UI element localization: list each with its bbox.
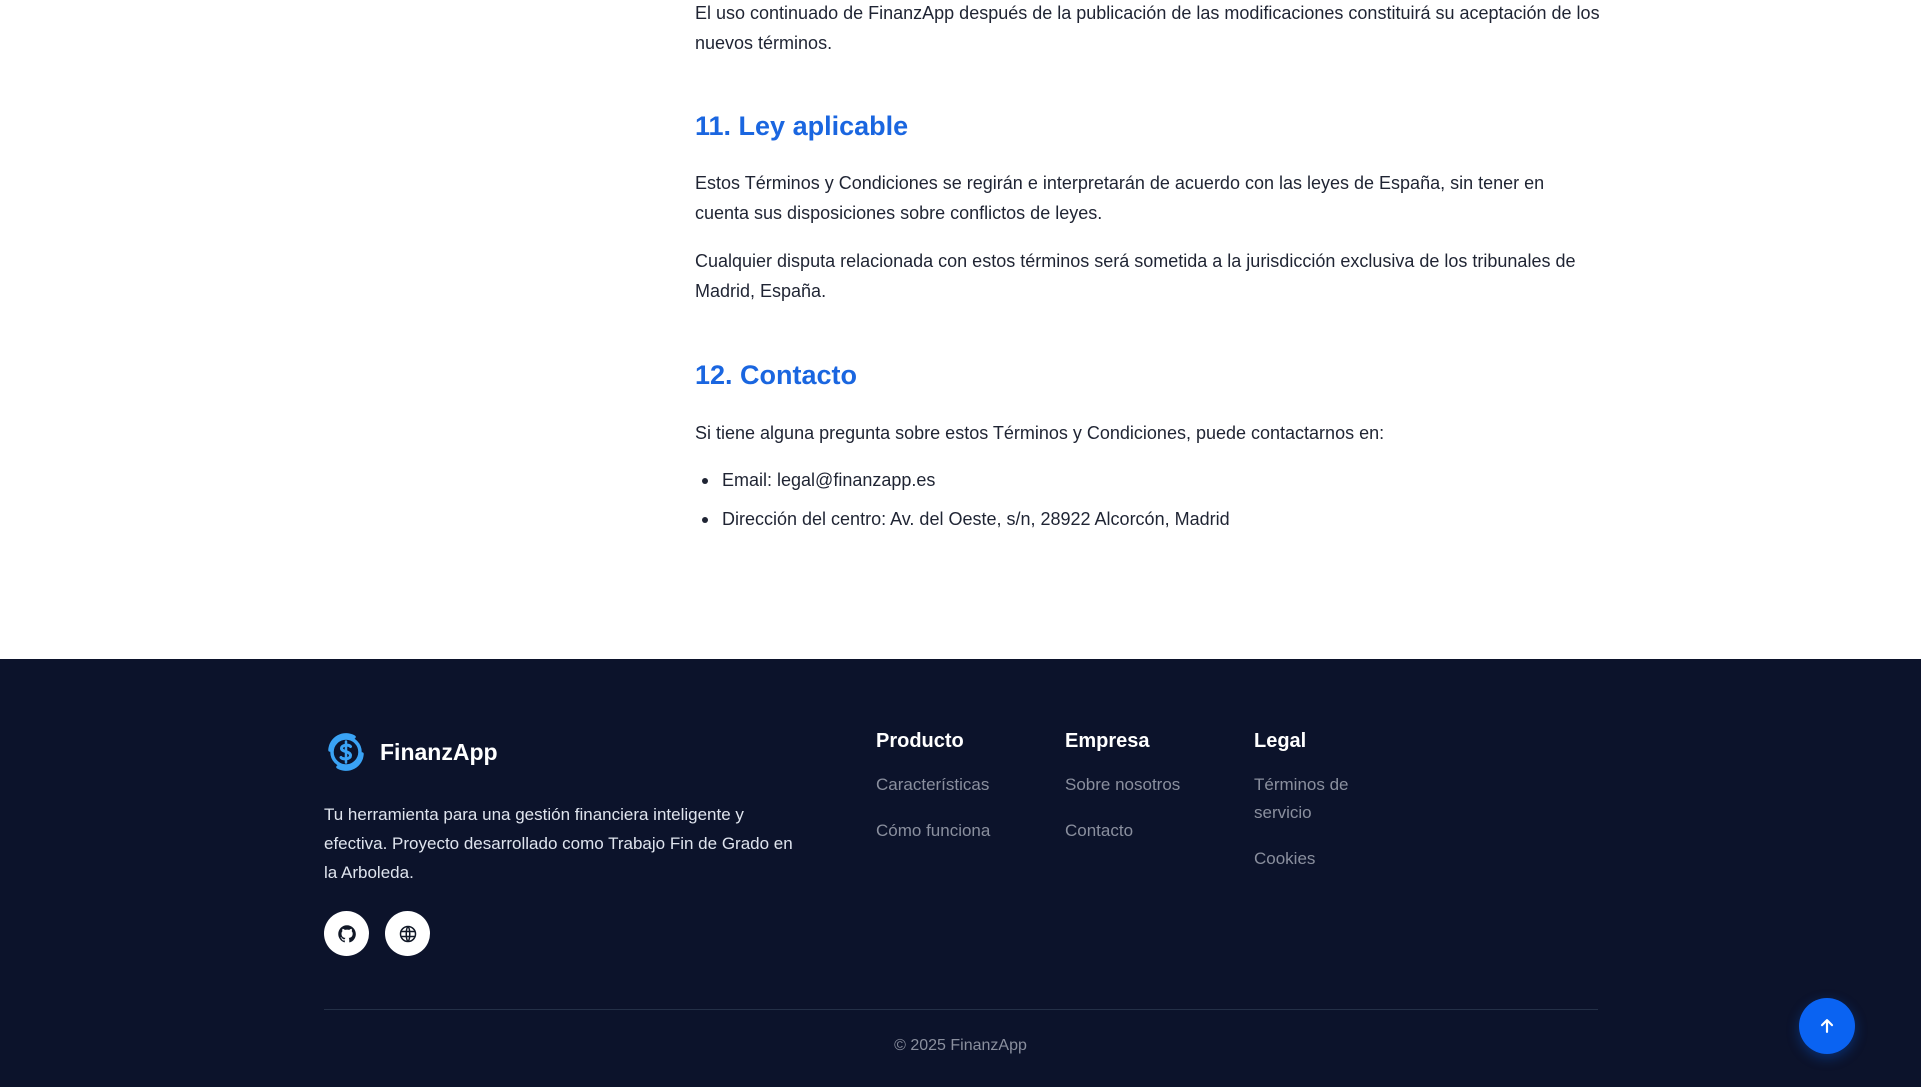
footer-link-contacto[interactable]: Contacto [1065, 817, 1235, 845]
footer-brand-name: FinanzApp [380, 738, 498, 765]
footer-column-legal: Legal Términos de servicio Cookies [1254, 729, 1384, 891]
contact-address-item: Dirección del centro: Av. del Oeste, s/n… [695, 504, 1230, 543]
footer-link-como-funciona[interactable]: Cómo funciona [876, 817, 1046, 845]
arrow-up-icon [1820, 1019, 1834, 1033]
website-link[interactable] [385, 911, 430, 956]
section-title-ley-aplicable: 11. Ley aplicable [695, 111, 909, 141]
footer-link-cookies[interactable]: Cookies [1254, 845, 1384, 873]
footer-description: Tu herramienta para una gestión financie… [324, 805, 793, 882]
ley-paragraph-2: Cualquier disputa relacionada con estos … [695, 251, 1576, 301]
footer-link-sobre-nosotros[interactable]: Sobre nosotros [1065, 771, 1235, 799]
footer-link-terminos[interactable]: Términos de servicio [1254, 771, 1384, 827]
footer-divider [324, 1009, 1598, 1010]
footer-column-producto: Producto Características Cómo funciona [876, 729, 1046, 863]
contact-email-item: Email: legal@finanzapp.es [695, 465, 1230, 504]
footer-link-caracteristicas[interactable]: Características [876, 771, 1046, 799]
finanzapp-logo-icon [328, 733, 364, 771]
footer-column-empresa: Empresa Sobre nosotros Contacto [1065, 729, 1235, 863]
site-footer: FinanzApp Tu herramienta para una gestió… [0, 659, 1921, 1087]
github-icon [337, 924, 356, 942]
intro-paragraph: El uso continuado de FinanzApp después d… [695, 3, 1600, 53]
footer-column-title-producto: Producto [876, 730, 964, 752]
section-title-contacto: 12. Contacto [695, 360, 858, 390]
ley-paragraph-1: Estos Términos y Condiciones se regirán … [695, 173, 1545, 223]
footer-brand[interactable]: FinanzApp [324, 730, 498, 774]
footer-column-title-empresa: Empresa [1065, 730, 1150, 752]
globe-icon [399, 925, 416, 942]
contact-list: Email: legal@finanzapp.es Dirección del … [695, 465, 1230, 543]
contacto-paragraph: Si tiene alguna pregunta sobre estos Tér… [695, 423, 1385, 443]
footer-column-title-legal: Legal [1254, 730, 1307, 752]
footer-copyright: © 2025 FinanzApp [894, 1037, 1027, 1054]
github-link[interactable] [324, 911, 369, 956]
back-to-top-button[interactable] [1799, 998, 1855, 1054]
